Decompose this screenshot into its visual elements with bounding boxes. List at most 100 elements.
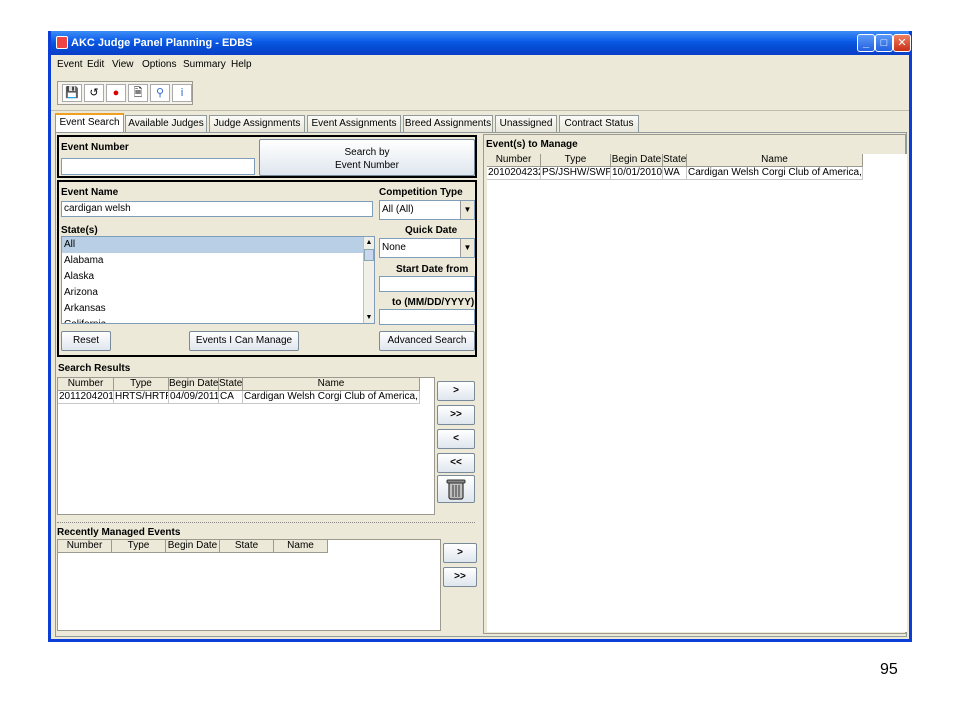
- split-divider[interactable]: [57, 522, 475, 523]
- column-name[interactable]: Name: [274, 540, 328, 553]
- tab-available-judges[interactable]: Available Judges: [125, 115, 207, 132]
- hierarchy-icon[interactable]: ⚲: [150, 84, 170, 102]
- menu-summary[interactable]: Summary: [183, 59, 226, 70]
- table-row-type[interactable]: PS/JSHW/SWPC: [541, 167, 611, 180]
- page-number: 95: [880, 661, 898, 678]
- move-all-left-button[interactable]: <<: [437, 453, 475, 473]
- column-number[interactable]: Number: [58, 378, 114, 391]
- tab-contract-status[interactable]: Contract Status: [559, 115, 639, 132]
- column-type[interactable]: Type: [541, 154, 611, 167]
- trash-icon: [446, 479, 466, 500]
- search-criteria-panel: Event Name cardigan welsh Competition Ty…: [57, 180, 477, 357]
- column-begin-date[interactable]: Begin Date: [169, 378, 219, 391]
- chevron-down-icon[interactable]: ▼: [460, 239, 474, 257]
- column-name[interactable]: Name: [687, 154, 863, 167]
- reset-button[interactable]: Reset: [61, 331, 111, 351]
- quick-date-select[interactable]: None ▼: [379, 238, 475, 258]
- menu-event[interactable]: Event: [57, 59, 83, 70]
- advanced-search-button[interactable]: Advanced Search: [379, 331, 475, 351]
- menu-edit[interactable]: Edit: [87, 59, 104, 70]
- maximize-button[interactable]: □: [875, 34, 893, 52]
- competition-type-value: All (All): [382, 204, 414, 215]
- menu-view[interactable]: View: [112, 59, 134, 70]
- move-all-right-button[interactable]: >>: [437, 405, 475, 425]
- tab-event-search[interactable]: Event Search: [55, 113, 124, 133]
- quick-date-label: Quick Date: [405, 225, 458, 236]
- search-results-title: Search Results: [58, 363, 131, 374]
- column-state[interactable]: State: [220, 540, 274, 553]
- state-item-arizona[interactable]: Arizona: [62, 285, 374, 301]
- table-row-name[interactable]: Cardigan Welsh Corgi Club of America, In…: [687, 167, 863, 180]
- column-begin-date[interactable]: Begin Date: [166, 540, 220, 553]
- search-by-event-number-button[interactable]: Search by Event Number: [259, 139, 475, 176]
- menu-help[interactable]: Help: [231, 59, 252, 70]
- column-type[interactable]: Type: [112, 540, 166, 553]
- table-row-begin-date[interactable]: 04/09/2011: [169, 391, 219, 404]
- column-number[interactable]: Number: [487, 154, 541, 167]
- column-state[interactable]: State: [219, 378, 243, 391]
- event-name-input[interactable]: cardigan welsh: [61, 201, 373, 217]
- menu-options[interactable]: Options: [142, 59, 176, 70]
- search-by-event-number-line1: Search by: [344, 147, 390, 158]
- column-type[interactable]: Type: [114, 378, 169, 391]
- recent-move-right-button[interactable]: >: [443, 543, 477, 563]
- manage-table[interactable]: Number Type Begin Date State Name 201020…: [487, 154, 907, 632]
- stop-icon[interactable]: ●: [106, 84, 126, 102]
- app-window: AKC Judge Panel Planning - EDBS _ □ ✕ Ev…: [48, 31, 912, 642]
- search-by-event-number-line2: Event Number: [335, 160, 399, 171]
- manage-panel: Event(s) to Manage Number Type Begin Dat…: [483, 134, 907, 634]
- end-date-label: to (MM/DD/YYYY): [392, 297, 475, 308]
- table-row-number[interactable]: 2010204232: [487, 167, 541, 180]
- close-button[interactable]: ✕: [893, 34, 911, 52]
- state-item-alabama[interactable]: Alabama: [62, 253, 374, 269]
- recent-events-table[interactable]: Number Type Begin Date State Name: [57, 539, 441, 631]
- save-icon[interactable]: 💾: [62, 84, 82, 102]
- chevron-down-icon[interactable]: ▼: [460, 201, 474, 219]
- end-date-input[interactable]: [379, 309, 475, 325]
- tab-breed-assignments[interactable]: Breed Assignments: [403, 115, 493, 132]
- table-row-begin-date[interactable]: 10/01/2010: [611, 167, 663, 180]
- document-icon[interactable]: 🗎: [128, 84, 148, 102]
- toolbar-group: 💾 ↺ ● 🗎 ⚲ ⅰ: [57, 81, 193, 105]
- quick-date-value: None: [382, 242, 406, 253]
- state-item-all[interactable]: All: [62, 237, 374, 253]
- states-list[interactable]: All Alabama Alaska Arizona Arkansas Cali…: [61, 236, 375, 324]
- tab-event-assignments[interactable]: Event Assignments: [307, 115, 401, 132]
- state-item-arkansas[interactable]: Arkansas: [62, 301, 374, 317]
- title-bar[interactable]: AKC Judge Panel Planning - EDBS _ □ ✕: [51, 31, 911, 55]
- state-item-alaska[interactable]: Alaska: [62, 269, 374, 285]
- tab-unassigned[interactable]: Unassigned: [495, 115, 557, 132]
- delete-button[interactable]: [437, 475, 475, 503]
- state-item-california[interactable]: California: [62, 317, 374, 323]
- undo-icon[interactable]: ↺: [84, 84, 104, 102]
- states-scrollbar[interactable]: ▲ ▼: [363, 237, 374, 323]
- toolbar: 💾 ↺ ● 🗎 ⚲ ⅰ: [51, 75, 909, 111]
- menu-bar: Event Edit View Options Summary Help: [51, 55, 909, 75]
- event-number-panel: Event Number Search by Event Number: [57, 135, 477, 178]
- app-icon: [56, 36, 68, 49]
- competition-type-select[interactable]: All (All) ▼: [379, 200, 475, 220]
- scroll-thumb[interactable]: [364, 249, 374, 261]
- table-row-state[interactable]: CA: [219, 391, 243, 404]
- table-row-state[interactable]: WA: [663, 167, 687, 180]
- table-row-type[interactable]: HRTS/HRTR: [114, 391, 169, 404]
- tab-judge-assignments[interactable]: Judge Assignments: [209, 115, 305, 132]
- search-results-table[interactable]: Number Type Begin Date State Name 201120…: [57, 377, 435, 515]
- scroll-down-icon[interactable]: ▼: [364, 312, 374, 323]
- events-i-can-manage-button[interactable]: Events I Can Manage: [189, 331, 299, 351]
- column-begin-date[interactable]: Begin Date: [611, 154, 663, 167]
- start-date-input[interactable]: [379, 276, 475, 292]
- column-number[interactable]: Number: [58, 540, 112, 553]
- info-icon[interactable]: ⅰ: [172, 84, 192, 102]
- event-name-label: Event Name: [61, 187, 119, 198]
- minimize-button[interactable]: _: [857, 34, 875, 52]
- table-row-name[interactable]: Cardigan Welsh Corgi Club of America, In…: [243, 391, 420, 404]
- move-left-button[interactable]: <: [437, 429, 475, 449]
- move-right-button[interactable]: >: [437, 381, 475, 401]
- column-state[interactable]: State: [663, 154, 687, 167]
- scroll-up-icon[interactable]: ▲: [364, 237, 374, 248]
- event-number-input[interactable]: [61, 158, 255, 175]
- table-row-number[interactable]: 2011204201: [58, 391, 114, 404]
- recent-move-all-right-button[interactable]: >>: [443, 567, 477, 587]
- column-name[interactable]: Name: [243, 378, 420, 391]
